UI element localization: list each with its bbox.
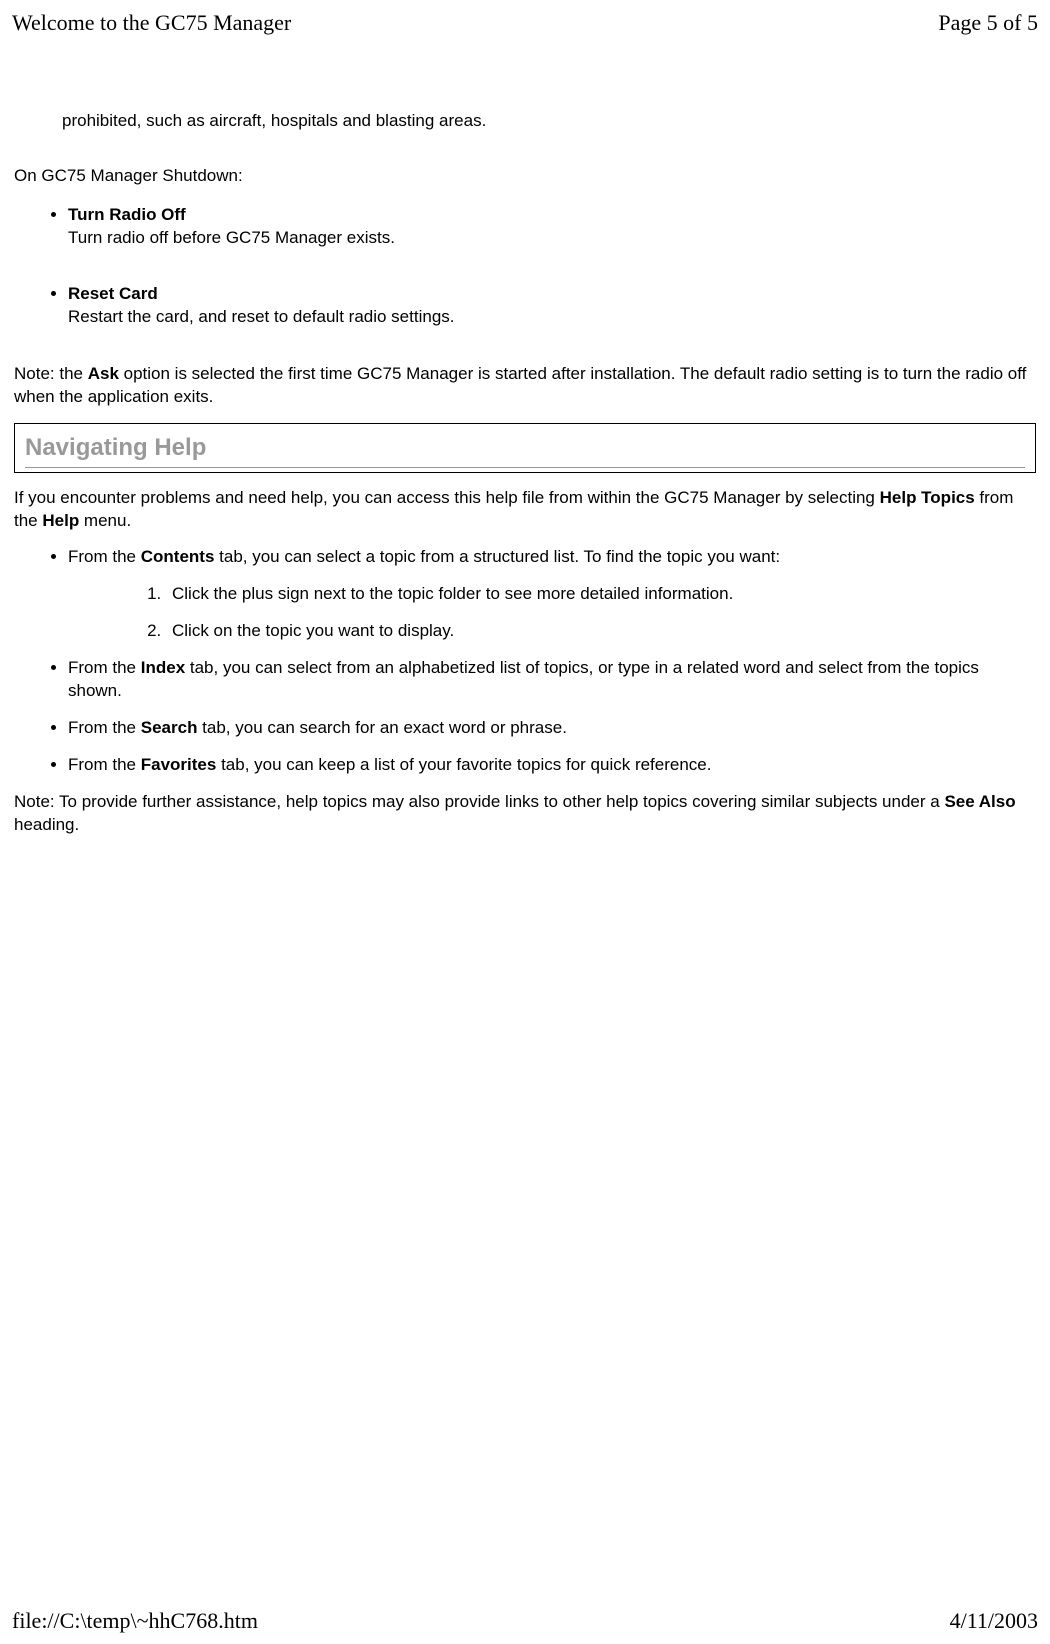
list-item: Turn Radio Off Turn radio off before GC7…	[68, 204, 1036, 250]
text: tab, you can keep a list of your favorit…	[216, 755, 711, 774]
text-bold: Index	[141, 658, 185, 677]
item-title: Turn Radio Off	[68, 205, 186, 224]
shutdown-section: On GC75 Manager Shutdown: Turn Radio Off…	[14, 165, 1036, 330]
page-footer: file://C:\temp\~hhC768.htm 4/11/2003	[12, 1606, 1038, 1636]
shutdown-list: Turn Radio Off Turn radio off before GC7…	[14, 204, 1036, 330]
section-heading-box: Navigating Help	[14, 423, 1036, 472]
footer-date: 4/11/2003	[950, 1606, 1038, 1636]
text: From the	[68, 755, 141, 774]
note-ask: Note: the Ask option is selected the fir…	[14, 363, 1036, 409]
text: heading.	[14, 815, 79, 834]
note-suffix: option is selected the first time GC75 M…	[14, 364, 1026, 406]
nav-intro: If you encounter problems and need help,…	[14, 487, 1036, 533]
text-bold: Search	[141, 718, 198, 737]
text-bold: See Also	[944, 792, 1015, 811]
text: tab, you can search for an exact word or…	[197, 718, 566, 737]
text: From the	[68, 658, 141, 677]
note-see-also: Note: To provide further assistance, hel…	[14, 791, 1036, 837]
content-area: prohibited, such as aircraft, hospitals …	[0, 110, 1050, 837]
header-title: Welcome to the GC75 Manager	[12, 8, 291, 38]
list-item: Reset Card Restart the card, and reset t…	[68, 283, 1036, 329]
list-item-favorites: From the Favorites tab, you can keep a l…	[68, 754, 1036, 777]
list-item-search: From the Search tab, you can search for …	[68, 717, 1036, 740]
text: From the	[68, 547, 141, 566]
item-desc: Restart the card, and reset to default r…	[68, 307, 455, 326]
list-item-contents: From the Contents tab, you can select a …	[68, 546, 1036, 643]
text: If you encounter problems and need help,…	[14, 488, 880, 507]
page-header: Welcome to the GC75 Manager Page 5 of 5	[0, 0, 1050, 42]
shutdown-heading: On GC75 Manager Shutdown:	[14, 165, 1036, 188]
item-title: Reset Card	[68, 284, 158, 303]
header-page: Page 5 of 5	[938, 8, 1038, 38]
item-desc: Turn radio off before GC75 Manager exist…	[68, 228, 395, 247]
text-bold: Help Topics	[880, 488, 975, 507]
text: menu.	[79, 511, 131, 530]
list-item-index: From the Index tab, you can select from …	[68, 657, 1036, 703]
nav-list: From the Contents tab, you can select a …	[14, 546, 1036, 777]
text: Note: To provide further assistance, hel…	[14, 792, 944, 811]
text-bold: Help	[42, 511, 79, 530]
top-fragment: prohibited, such as aircraft, hospitals …	[62, 110, 1036, 133]
navigating-help-heading: Navigating Help	[25, 432, 1025, 467]
text-bold: Favorites	[141, 755, 217, 774]
note-prefix: Note: the	[14, 364, 88, 383]
note-bold: Ask	[88, 364, 119, 383]
text: From the	[68, 718, 141, 737]
text: tab, you can select a topic from a struc…	[214, 547, 780, 566]
text: tab, you can select from an alphabetized…	[68, 658, 979, 700]
contents-steps: Click the plus sign next to the topic fo…	[68, 583, 1036, 643]
text-bold: Contents	[141, 547, 215, 566]
step: Click the plus sign next to the topic fo…	[166, 583, 1036, 606]
footer-path: file://C:\temp\~hhC768.htm	[12, 1606, 258, 1636]
step: Click on the topic you want to display.	[166, 620, 1036, 643]
